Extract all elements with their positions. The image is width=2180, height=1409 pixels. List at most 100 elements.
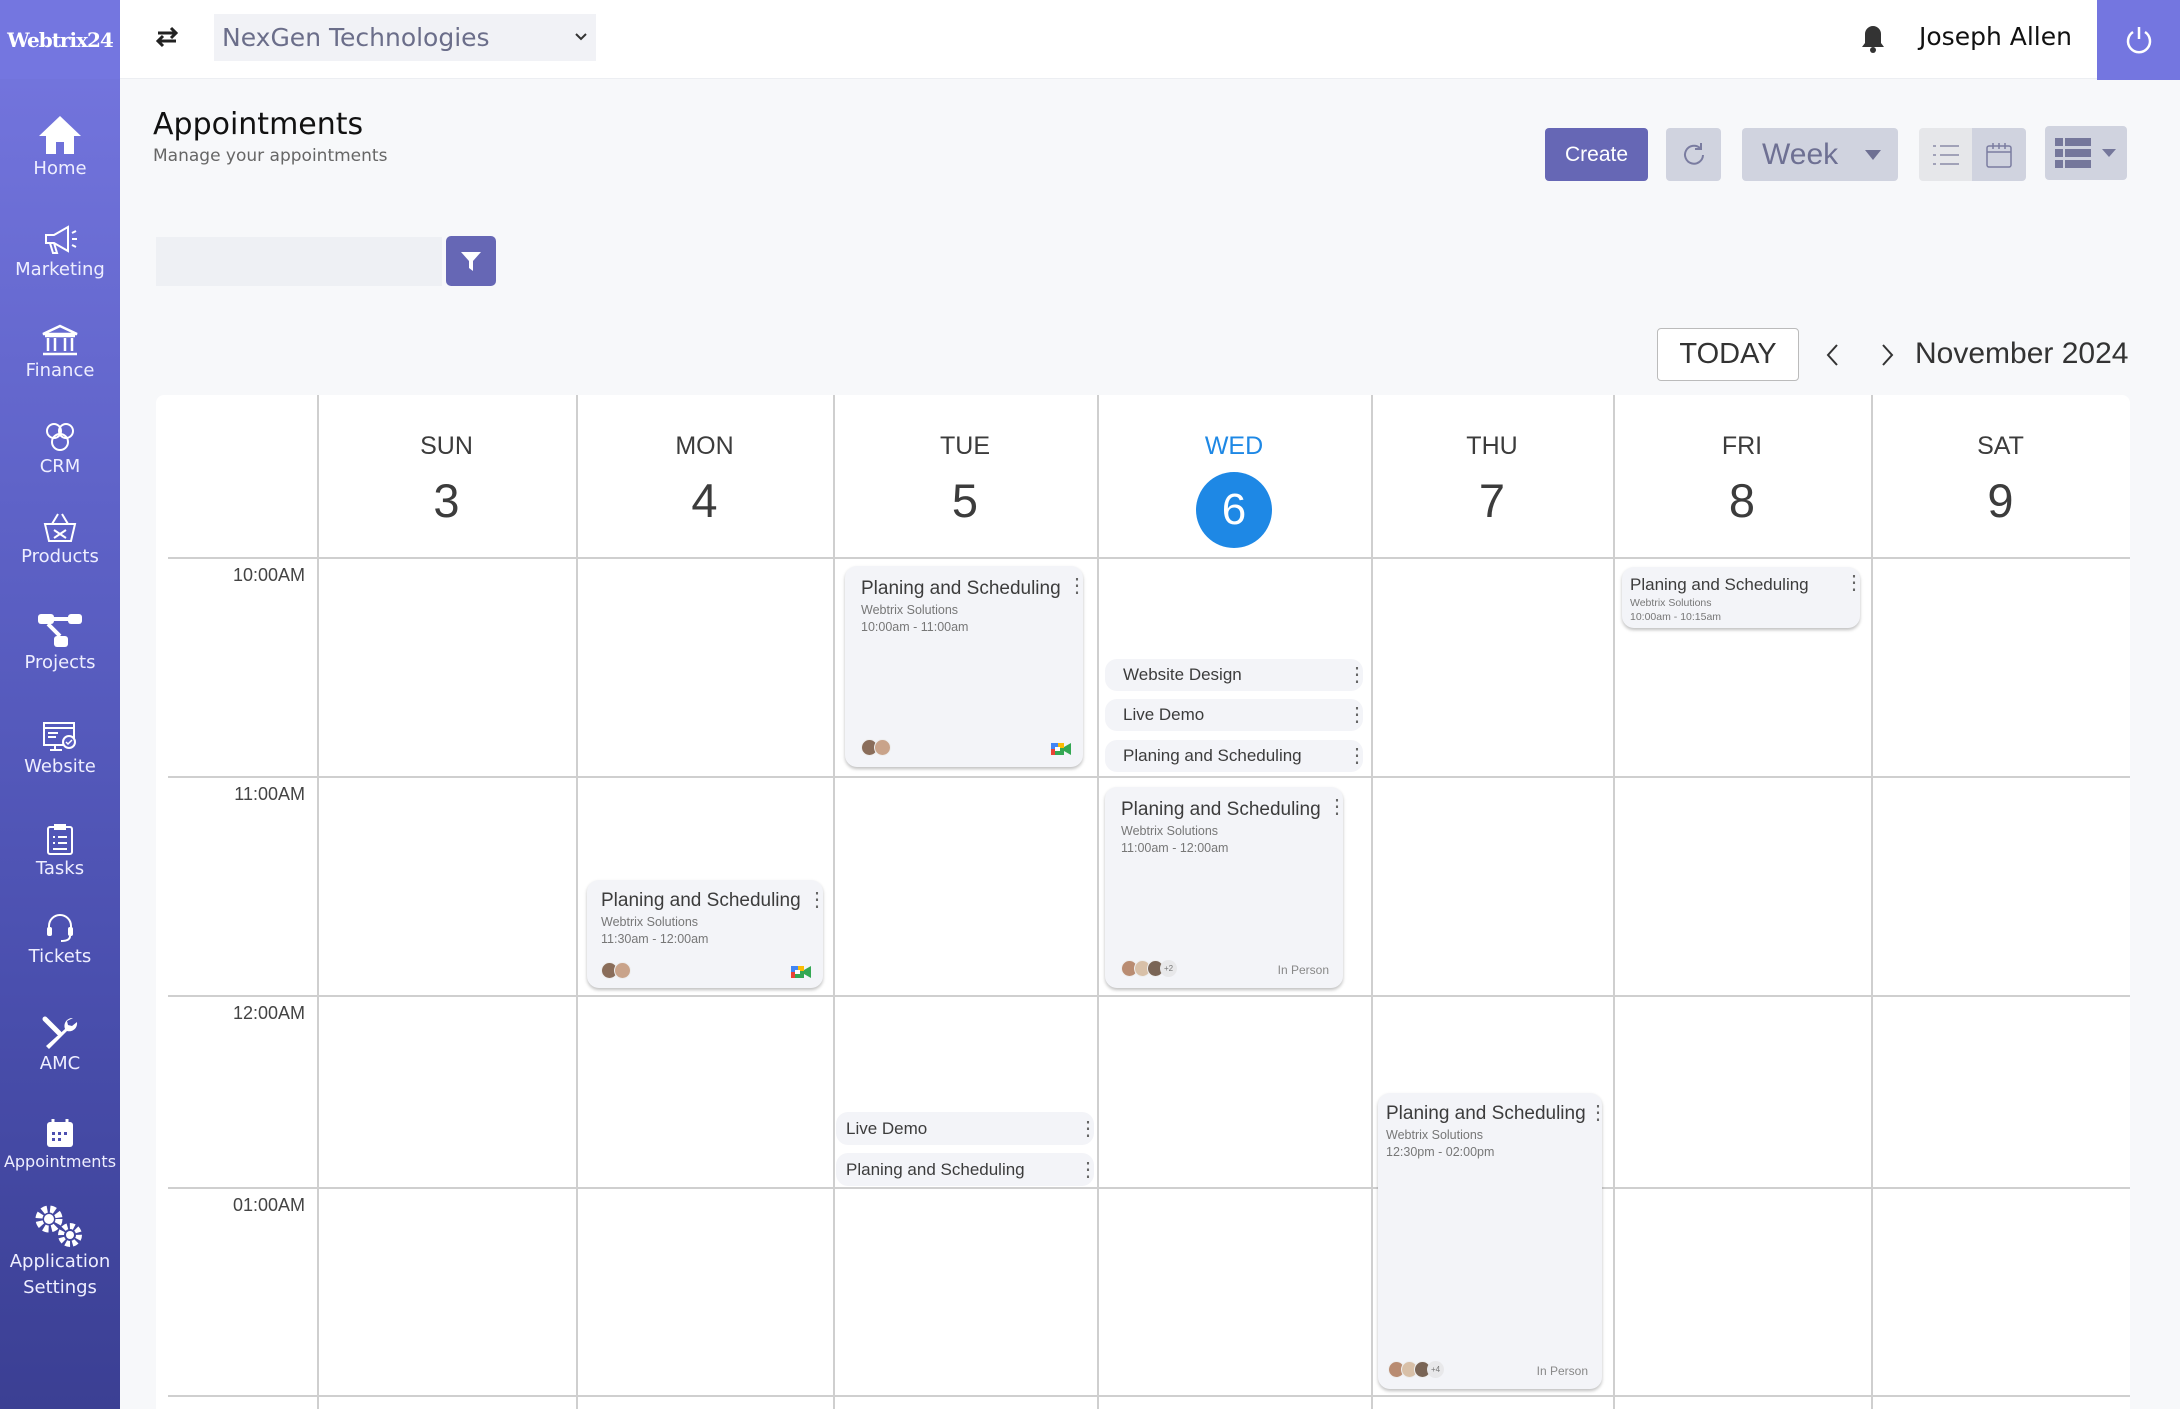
create-button[interactable]: Create	[1545, 128, 1648, 181]
time-label: 01:00AM	[232, 1195, 305, 1215]
event-item[interactable]: Live Demo ⋮	[836, 1112, 1098, 1145]
sidebar-item-application-settings[interactable]: Application Settings	[0, 1205, 120, 1301]
day-number[interactable]: 7	[1371, 473, 1613, 529]
time-label: 10:00AM	[232, 565, 305, 585]
day-name: SAT	[1977, 432, 2024, 460]
sidebar-item-website[interactable]: Website	[0, 720, 120, 780]
next-week-button[interactable]	[1877, 341, 1897, 374]
sidebar-item-amc[interactable]: AMC	[0, 1015, 120, 1077]
sidebar-item-home[interactable]: Home	[0, 114, 120, 182]
search-input[interactable]	[156, 237, 442, 286]
list-icon	[1932, 144, 1959, 165]
day-number[interactable]: 9	[1871, 473, 2130, 529]
sidebar-item-label: Projects	[24, 652, 96, 673]
sidebar-item-finance[interactable]: Finance	[0, 324, 120, 384]
refresh-button[interactable]	[1666, 128, 1721, 181]
event-item[interactable]: Website Design ⋮	[1105, 659, 1367, 691]
filter-icon	[461, 252, 481, 271]
sidebar-item-appointments[interactable]: Appointments	[0, 1117, 120, 1175]
filter-button[interactable]	[446, 236, 496, 286]
sidebar-item-label: Home	[33, 158, 87, 179]
event-card[interactable]: Planing and Scheduling Webtrix Solutions…	[1105, 787, 1347, 988]
sidebar-item-products[interactable]: Products	[0, 512, 120, 570]
event-org: Webtrix Solutions	[601, 915, 699, 929]
sidebar-item-label: Website	[24, 756, 96, 777]
day-number[interactable]: 3	[317, 473, 576, 529]
list-view-button[interactable]	[1919, 128, 1972, 181]
more-options-icon[interactable]: ⋮	[1588, 1103, 1608, 1123]
day-name: FRI	[1721, 432, 1763, 460]
day-number[interactable]: 5	[833, 473, 1097, 529]
time-label: 11:00AM	[234, 784, 305, 804]
sidebar-item-marketing[interactable]: Marketing	[0, 225, 120, 283]
today-button[interactable]: TODAY	[1657, 328, 1799, 381]
calendar-icon	[47, 1119, 73, 1147]
bell-icon[interactable]	[1860, 24, 1886, 59]
switch-icon[interactable]	[152, 22, 182, 57]
calendar-icon	[1986, 142, 2012, 168]
today-date[interactable]: 6	[1196, 472, 1272, 548]
event-card[interactable]: Planing and Scheduling Webtrix Solutions…	[587, 880, 827, 988]
home-icon	[39, 116, 81, 154]
people-icon	[46, 423, 74, 451]
sidebar-item-label: Products	[21, 546, 99, 567]
prev-week-button[interactable]	[1823, 341, 1843, 374]
bank-icon	[42, 324, 78, 356]
more-options-icon[interactable]: ⋮	[1347, 665, 1367, 685]
layout-select[interactable]	[2045, 126, 2127, 180]
event-title: Planing and Scheduling	[861, 578, 1061, 599]
sidebar-item-label: AMC	[39, 1053, 81, 1074]
sidebar-item-label: Application	[9, 1251, 111, 1272]
calendar-view-button[interactable]	[1972, 128, 2026, 181]
website-icon	[43, 722, 76, 751]
event-title: Planing and Scheduling	[1121, 799, 1321, 820]
event-org: Webtrix Solutions	[1630, 597, 1712, 609]
event-item[interactable]: Planing and Scheduling ⋮	[1105, 740, 1367, 772]
more-options-icon[interactable]: ⋮	[1844, 573, 1864, 593]
day-name: MON	[675, 432, 734, 460]
sidebar-item-projects[interactable]: Projects	[0, 610, 120, 676]
more-options-icon[interactable]: ⋮	[1078, 1119, 1098, 1139]
more-options-icon[interactable]: ⋮	[1078, 1160, 1098, 1180]
caret-down-icon	[2102, 149, 2116, 157]
user-name[interactable]: Joseph Allen	[1919, 22, 2072, 51]
more-options-icon[interactable]: ⋮	[1327, 797, 1347, 817]
sidebar-item-crm[interactable]: CRM	[0, 420, 120, 480]
more-options-icon[interactable]: ⋮	[1347, 746, 1367, 766]
more-options-icon[interactable]: ⋮	[1347, 705, 1367, 725]
megaphone-icon	[45, 225, 77, 254]
event-card[interactable]: Planing and Scheduling Webtrix Solutions…	[1622, 567, 1864, 628]
more-options-icon[interactable]: ⋮	[1067, 576, 1087, 596]
company-select[interactable]: NexGen Technologies	[214, 14, 596, 61]
event-item[interactable]: Planing and Scheduling ⋮	[836, 1153, 1098, 1186]
event-time: 10:00am - 10:15am	[1630, 611, 1722, 623]
chevron-left-icon	[1826, 344, 1838, 366]
event-card[interactable]: Planing and Scheduling Webtrix Solutions…	[1378, 1093, 1608, 1389]
day-number[interactable]: 8	[1613, 473, 1871, 529]
clipboard-icon	[47, 824, 73, 855]
avatar	[614, 962, 631, 980]
sidebar-item-label: Marketing	[15, 259, 105, 280]
event-item[interactable]: Live Demo ⋮	[1105, 699, 1367, 731]
week-calendar: SUN 3 MON 4 TUE 5 WED 6 THU 7 FRI 8 SAT 9 10:00AM 11:…	[156, 395, 2130, 1409]
headset-icon	[47, 914, 73, 942]
event-card[interactable]: Planing and Scheduling Webtrix Solutions…	[845, 566, 1087, 767]
logout-button[interactable]	[2097, 0, 2180, 80]
more-options-icon[interactable]: ⋮	[807, 890, 827, 910]
sidebar-item-tasks[interactable]: Tasks	[0, 822, 120, 882]
sidebar-item-label: CRM	[39, 456, 81, 477]
sidebar-item-tickets[interactable]: Tickets	[0, 912, 120, 970]
view-select[interactable]: Week	[1742, 128, 1898, 181]
company-select-value: NexGen Technologies	[222, 23, 490, 52]
sidebar-item-label: Finance	[25, 360, 95, 381]
sidebar-item-label: Tickets	[28, 946, 92, 967]
event-org: Webtrix Solutions	[1121, 824, 1219, 838]
day-number[interactable]: 4	[576, 473, 833, 529]
current-month: November 2024	[1915, 337, 2129, 370]
event-title: Website Design	[1123, 665, 1242, 684]
caret-down-icon	[1865, 150, 1881, 160]
event-title: Planing and Scheduling	[1630, 575, 1809, 594]
project-icon	[38, 614, 82, 647]
page-title: Appointments	[153, 107, 364, 142]
event-org: Webtrix Solutions	[1386, 1128, 1484, 1142]
